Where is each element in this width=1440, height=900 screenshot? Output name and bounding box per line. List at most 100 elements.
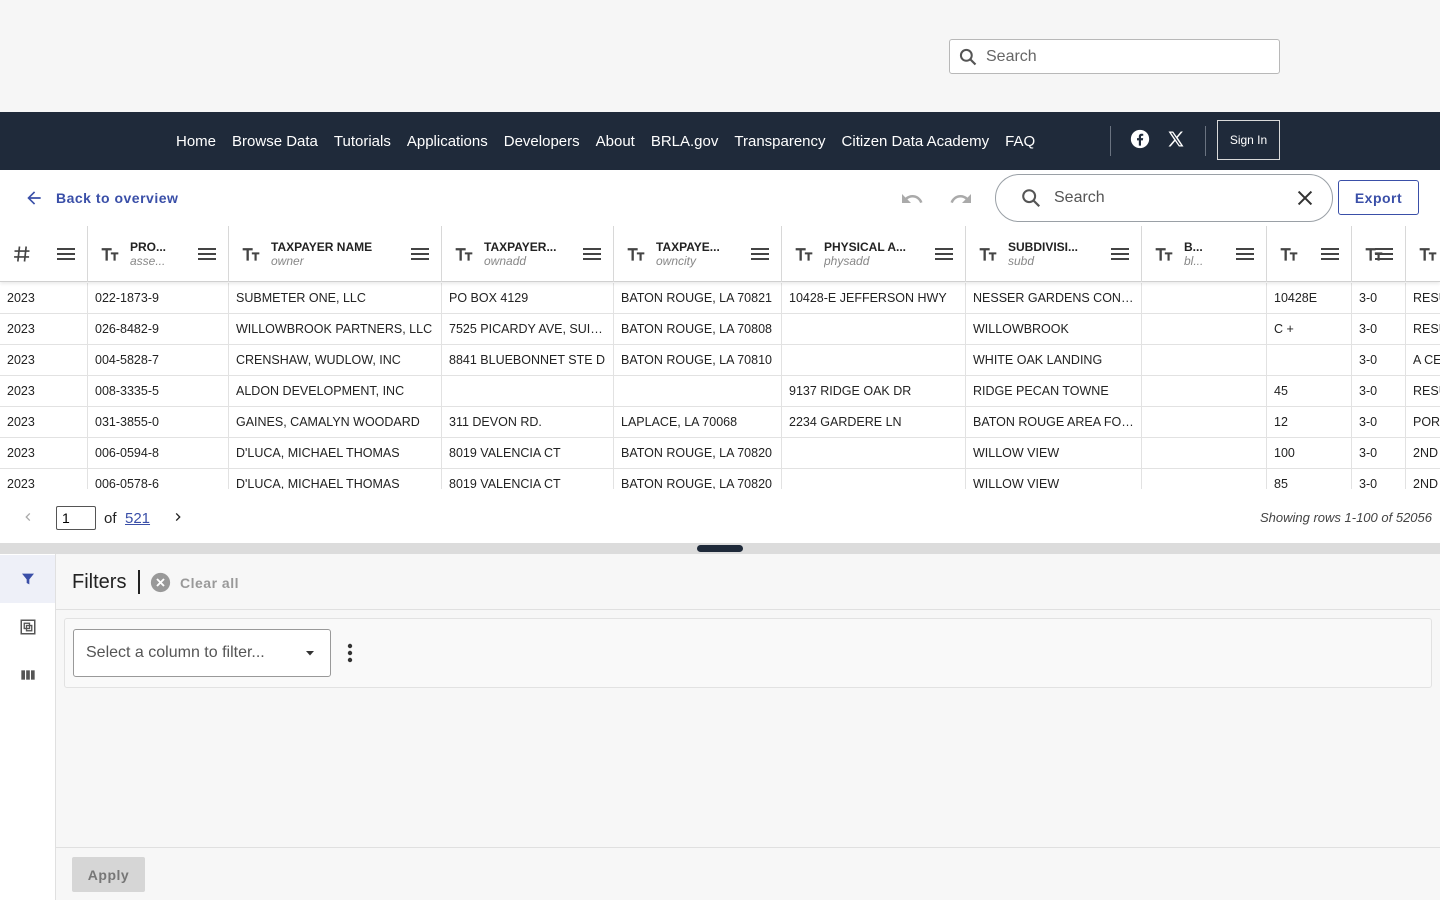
table-cell[interactable]: 2023 [0, 407, 88, 438]
clear-all-button[interactable]: Clear all [150, 572, 239, 593]
chevron-right-icon[interactable] [170, 509, 186, 525]
table-cell[interactable]: 9137 RIDGE OAK DR [782, 376, 966, 407]
table-cell[interactable] [1142, 469, 1267, 489]
table-cell[interactable]: 022-1873-9 [88, 283, 229, 314]
column-menu-icon[interactable] [1375, 246, 1393, 262]
column-header[interactable] [1352, 226, 1406, 282]
apply-button[interactable]: Apply [72, 857, 145, 892]
table-cell[interactable]: 100 [1267, 438, 1352, 469]
table-cell[interactable] [1142, 376, 1267, 407]
export-button[interactable]: Export [1338, 180, 1419, 215]
column-menu-icon[interactable] [583, 246, 601, 262]
table-cell[interactable]: 3-0 [1352, 376, 1406, 407]
table-row[interactable]: 2023 006-0578-6 D'LUCA, MICHAEL THOMAS 8019… [0, 469, 1440, 489]
table-row[interactable]: 2023 004-5828-7 CRENSHAW, WUDLOW, INC 8841 … [0, 345, 1440, 376]
column-header[interactable]: PHYSICAL A... physadd [782, 226, 966, 282]
column-menu-icon[interactable] [1321, 246, 1339, 262]
table-cell[interactable]: BATON ROUGE, LA 70820 [614, 469, 782, 489]
column-menu-icon[interactable] [1111, 246, 1129, 262]
table-cell[interactable]: WILLOWBROOK PARTNERS, LLC [229, 314, 442, 345]
grid-search-input[interactable] [1054, 189, 1274, 207]
panel-splitter[interactable] [0, 543, 1440, 554]
table-cell[interactable] [782, 469, 966, 489]
table-cell[interactable]: D'LUCA, MICHAEL THOMAS [229, 469, 442, 489]
nav-applications[interactable]: Applications [399, 133, 496, 150]
column-header[interactable]: TAXPAYER... ownadd [442, 226, 614, 282]
column-menu-icon[interactable] [411, 246, 429, 262]
table-cell[interactable]: 2ND F [1406, 469, 1440, 489]
nav-browse-data[interactable]: Browse Data [224, 133, 326, 150]
column-header[interactable] [1267, 226, 1352, 282]
table-cell[interactable]: 3-0 [1352, 345, 1406, 376]
column-menu-icon[interactable] [751, 246, 769, 262]
table-cell[interactable]: 2023 [0, 283, 88, 314]
total-pages-link[interactable]: 521 [125, 510, 150, 527]
table-cell[interactable]: SUBMETER ONE, LLC [229, 283, 442, 314]
table-row[interactable]: 2023 022-1873-9 SUBMETER ONE, LLC PO BOX 41… [0, 283, 1440, 314]
column-header[interactable]: TAXPAYE... owncity [614, 226, 782, 282]
table-cell[interactable]: 311 DEVON RD. [442, 407, 614, 438]
column-header[interactable]: SUBDIVISI... subd [966, 226, 1142, 282]
site-search-input[interactable] [986, 47, 1256, 66]
nav-tutorials[interactable]: Tutorials [326, 133, 399, 150]
table-cell[interactable]: RESUB [1406, 314, 1440, 345]
facebook-icon[interactable] [1130, 129, 1150, 149]
table-cell[interactable] [1142, 438, 1267, 469]
table-cell[interactable]: 8841 BLUEBONNET STE D [442, 345, 614, 376]
table-cell[interactable]: RESUB [1406, 283, 1440, 314]
table-cell[interactable]: 3-0 [1352, 314, 1406, 345]
table-cell[interactable]: BATON ROUGE, LA 70820 [614, 438, 782, 469]
table-cell[interactable]: CRENSHAW, WUDLOW, INC [229, 345, 442, 376]
column-filter-select[interactable]: Select a column to filter... [73, 629, 331, 677]
table-cell[interactable]: 2023 [0, 469, 88, 489]
table-cell[interactable] [782, 345, 966, 376]
column-header[interactable] [1406, 226, 1440, 282]
table-cell[interactable]: 3-0 [1352, 438, 1406, 469]
table-cell[interactable]: 2023 [0, 314, 88, 345]
table-cell[interactable]: 3-0 [1352, 283, 1406, 314]
table-cell[interactable]: ALDON DEVELOPMENT, INC [229, 376, 442, 407]
nav-faq[interactable]: FAQ [997, 133, 1043, 150]
nav-home[interactable]: Home [168, 133, 224, 150]
table-cell[interactable]: 8019 VALENCIA CT [442, 469, 614, 489]
table-cell[interactable]: WHITE OAK LANDING [966, 345, 1142, 376]
table-cell[interactable]: WILLOW VIEW [966, 438, 1142, 469]
table-cell[interactable]: 2023 [0, 376, 88, 407]
table-cell[interactable]: 008-3335-5 [88, 376, 229, 407]
chevron-left-icon[interactable] [20, 509, 36, 525]
table-cell[interactable]: 2023 [0, 438, 88, 469]
column-menu-icon[interactable] [935, 246, 953, 262]
table-cell[interactable]: BATON ROUGE AREA FOUNDATION [966, 407, 1142, 438]
table-cell[interactable]: BATON ROUGE, LA 70821 [614, 283, 782, 314]
column-header[interactable]: PRO... asse... [88, 226, 229, 282]
table-cell[interactable] [1267, 345, 1352, 376]
splitter-grip[interactable] [697, 545, 743, 552]
page-number-input[interactable] [56, 506, 96, 530]
table-cell[interactable]: 2023 [0, 345, 88, 376]
side-columns-button[interactable] [0, 651, 55, 699]
table-cell[interactable] [442, 376, 614, 407]
table-row[interactable]: 2023 006-0594-8 D'LUCA, MICHAEL THOMAS 8019… [0, 438, 1440, 469]
table-cell[interactable]: C + [1267, 314, 1352, 345]
table-cell[interactable]: 10428E [1267, 283, 1352, 314]
sign-in-button[interactable]: Sign In [1217, 120, 1280, 160]
table-cell[interactable] [1142, 407, 1267, 438]
table-cell[interactable]: WILLOWBROOK [966, 314, 1142, 345]
table-cell[interactable]: BATON ROUGE, LA 70808 [614, 314, 782, 345]
table-cell[interactable]: D'LUCA, MICHAEL THOMAS [229, 438, 442, 469]
nav-brla-gov[interactable]: BRLA.gov [643, 133, 727, 150]
table-row[interactable]: 2023 026-8482-9 WILLOWBROOK PARTNERS, LLC 7… [0, 314, 1440, 345]
table-cell[interactable]: 10428-E JEFFERSON HWY [782, 283, 966, 314]
nav-transparency[interactable]: Transparency [726, 133, 833, 150]
nav-about[interactable]: About [588, 133, 643, 150]
table-cell[interactable]: 004-5828-7 [88, 345, 229, 376]
close-icon[interactable] [1294, 187, 1316, 209]
table-cell[interactable]: 12 [1267, 407, 1352, 438]
grid-search-box[interactable] [995, 174, 1333, 222]
table-cell[interactable]: 006-0594-8 [88, 438, 229, 469]
table-cell[interactable]: LAPLACE, LA 70068 [614, 407, 782, 438]
table-cell[interactable]: A CER [1406, 345, 1440, 376]
x-icon[interactable] [1166, 129, 1186, 149]
column-menu-icon[interactable] [57, 246, 75, 262]
redo-icon[interactable] [949, 187, 973, 211]
